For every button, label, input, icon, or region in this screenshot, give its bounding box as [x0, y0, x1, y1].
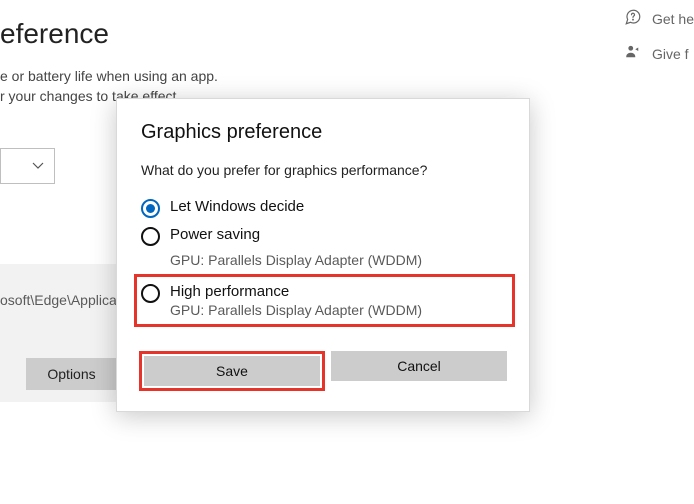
dialog-title: Graphics preference [141, 121, 505, 144]
radio-unchecked-icon [141, 227, 160, 246]
get-help-label: Get he [652, 11, 694, 27]
save-button[interactable]: Save [144, 356, 320, 386]
page-title: eference [0, 18, 109, 50]
page-description-line1: e or battery life when using an app. [0, 66, 218, 86]
option-label: Power saving [170, 226, 260, 243]
option-label: Let Windows decide [170, 198, 304, 215]
highlight-box-save: Save [139, 351, 325, 391]
chevron-down-icon [32, 162, 44, 170]
option-high-performance[interactable]: High performance GPU: Parallels Display … [134, 274, 515, 327]
radio-checked-icon [141, 199, 160, 218]
help-icon [624, 8, 642, 29]
get-help-link[interactable]: Get he [624, 8, 694, 29]
app-type-dropdown[interactable] [0, 148, 55, 184]
dialog-buttons: Save Cancel [139, 351, 507, 391]
radio-unchecked-icon [141, 284, 160, 303]
feedback-icon [624, 43, 642, 64]
option-let-windows-decide[interactable]: Let Windows decide [141, 194, 505, 222]
give-feedback-label: Give f [652, 46, 689, 62]
option-label: High performance [170, 283, 422, 300]
dialog-question: What do you prefer for graphics performa… [141, 162, 505, 178]
option-sub-high-performance: GPU: Parallels Display Adapter (WDDM) [170, 302, 422, 318]
options-button[interactable]: Options [26, 358, 117, 390]
give-feedback-link[interactable]: Give f [624, 43, 694, 64]
option-power-saving[interactable]: Power saving [141, 222, 505, 250]
cancel-button[interactable]: Cancel [331, 351, 507, 381]
graphics-preference-dialog: Graphics preference What do you prefer f… [116, 98, 530, 412]
app-path: osoft\Edge\Applicati [0, 292, 124, 308]
dialog-options: Let Windows decide Power saving GPU: Par… [141, 194, 505, 327]
option-sub-power-saving: GPU: Parallels Display Adapter (WDDM) [170, 252, 505, 268]
